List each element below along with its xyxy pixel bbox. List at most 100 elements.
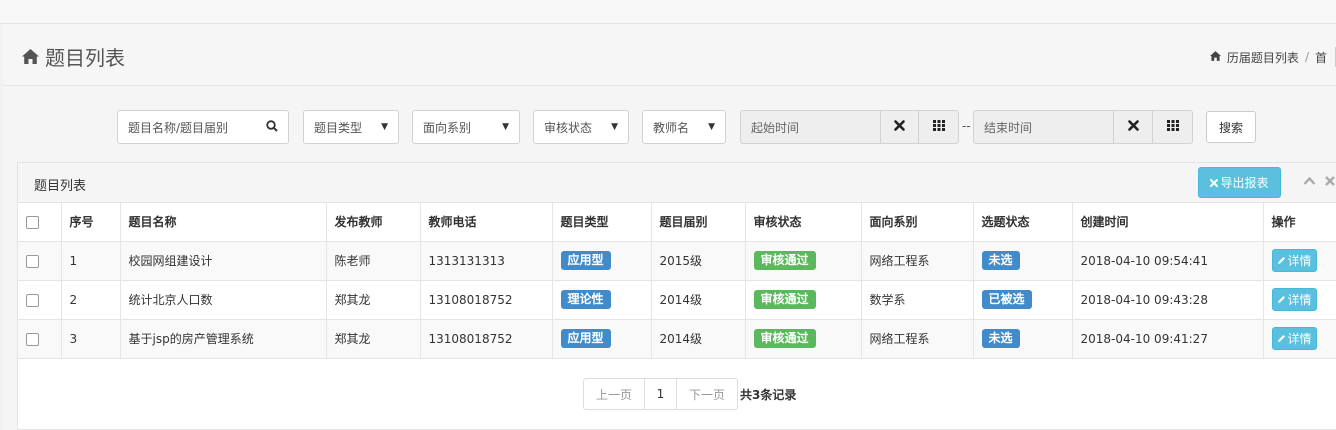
end-time-placeholder: 结束时间 <box>984 120 1033 135</box>
column-header[interactable]: 题目名称 <box>120 203 327 242</box>
page-title: 题目列表 <box>22 42 125 71</box>
total-records: 共3条记录 <box>740 387 797 402</box>
export-report-label: 导出报表 <box>1220 176 1269 190</box>
cell-created: 2018-04-10 09:41:27 <box>1072 319 1264 359</box>
caret-down-icon: ▼ <box>381 122 388 132</box>
department-select[interactable]: 面向系别 ▼ <box>412 110 520 144</box>
column-header[interactable]: 题目届别 <box>651 203 746 242</box>
select-status-badge: 已被选 <box>981 290 1032 309</box>
page-1-button[interactable]: 1 <box>644 378 677 410</box>
cell-action: 详情 <box>1263 319 1336 359</box>
grid-icon <box>1166 120 1179 134</box>
column-header[interactable]: 操作 <box>1263 203 1336 242</box>
detail-button[interactable]: 详情 <box>1271 249 1317 272</box>
breadcrumb-separator: / <box>1304 50 1309 64</box>
cell-name: 统计北京人口数 <box>120 280 327 320</box>
cell-review: 审核通过 <box>745 241 862 281</box>
breadcrumb-current[interactable]: 历届题目列表 <box>1227 49 1299 66</box>
detail-button[interactable]: 详情 <box>1271 288 1317 311</box>
select-all-cell <box>18 203 62 242</box>
select-status-badge: 未选 <box>981 329 1020 348</box>
row-select-cell <box>18 241 62 281</box>
cell-select-status: 未选 <box>973 319 1073 359</box>
column-header[interactable]: 教师电话 <box>420 203 553 242</box>
column-header[interactable]: 面向系别 <box>861 203 974 242</box>
review-status-badge: 审核通过 <box>753 329 816 348</box>
type-select-value: 题目类型 <box>314 120 363 135</box>
cell-year: 2015级 <box>651 241 746 281</box>
cell-select-status: 未选 <box>973 241 1073 281</box>
start-time-placeholder: 起始时间 <box>751 120 800 135</box>
panel-title: 题目列表 <box>34 179 87 194</box>
column-header[interactable]: 题目类型 <box>552 203 652 242</box>
close-icon[interactable] <box>1325 175 1335 189</box>
export-report-button[interactable]: 导出报表 <box>1198 167 1281 198</box>
pencil-icon <box>1277 332 1286 346</box>
status-select[interactable]: 审核状态 ▼ <box>533 110 629 144</box>
cell-created: 2018-04-10 09:54:41 <box>1072 241 1264 281</box>
detail-button[interactable]: 详情 <box>1271 327 1317 350</box>
select-status-badge: 未选 <box>981 251 1020 270</box>
top-bar <box>0 0 1336 24</box>
cell-no: 3 <box>61 319 121 359</box>
table-header-row: 序号 题目名称 发布教师 教师电话 题目类型 题目届别 审核状态 面向系别 选题… <box>18 203 1336 242</box>
page-header: 题目列表 历届题目列表 / 首 <box>3 24 1336 86</box>
prev-page-button[interactable]: 上一页 <box>583 378 645 410</box>
review-status-badge: 审核通过 <box>753 251 816 270</box>
cell-action: 详情 <box>1263 241 1336 281</box>
column-header[interactable]: 审核状态 <box>745 203 862 242</box>
page: 题目列表 历届题目列表 / 首 题目名称/题目届别 题目类型 ▼ 面向系别 ▼ <box>3 24 1336 430</box>
pencil-icon <box>1277 293 1286 307</box>
filter-bar: 题目名称/题目届别 题目类型 ▼ 面向系别 ▼ 审核状态 ▼ 教师名 ▼ 起始时… <box>3 110 1336 144</box>
table-row: 3 基于jsp的房产管理系统 郑其龙 13108018752 应用型 2014级… <box>18 319 1336 359</box>
type-select[interactable]: 题目类型 ▼ <box>303 110 399 144</box>
breadcrumb-next[interactable]: 首 <box>1315 49 1327 66</box>
search-icon[interactable] <box>266 119 278 135</box>
column-header[interactable]: 发布教师 <box>326 203 421 242</box>
type-badge: 应用型 <box>560 329 611 348</box>
cell-no: 1 <box>61 241 121 281</box>
search-button[interactable]: 搜索 <box>1206 111 1256 143</box>
next-page-button[interactable]: 下一页 <box>676 378 738 410</box>
end-time-picker-button[interactable] <box>1152 110 1193 144</box>
cell-type: 应用型 <box>552 319 652 359</box>
teacher-select-value: 教师名 <box>653 120 690 135</box>
cell-created: 2018-04-10 09:43:28 <box>1072 280 1264 320</box>
start-time-clear-button[interactable] <box>880 110 919 144</box>
cell-review: 审核通过 <box>745 280 862 320</box>
cell-year: 2014级 <box>651 319 746 359</box>
chevron-up-icon[interactable] <box>1303 175 1316 189</box>
status-select-value: 审核状态 <box>544 120 593 135</box>
page-title-text: 题目列表 <box>45 46 125 70</box>
cell-name: 基于jsp的房产管理系统 <box>120 319 327 359</box>
question-table: 序号 题目名称 发布教师 教师电话 题目类型 题目届别 审核状态 面向系别 选题… <box>18 203 1336 359</box>
cell-action: 详情 <box>1263 280 1336 320</box>
column-header[interactable]: 序号 <box>61 203 121 242</box>
end-time-clear-button[interactable] <box>1113 110 1153 144</box>
start-time-input[interactable]: 起始时间 <box>740 110 881 144</box>
cell-phone: 1313131313 <box>420 241 553 281</box>
type-badge: 应用型 <box>560 251 611 270</box>
breadcrumb: 历届题目列表 / 首 <box>1209 47 1336 67</box>
row-checkbox[interactable] <box>26 332 39 346</box>
cell-no: 2 <box>61 280 121 320</box>
caret-down-icon: ▼ <box>708 122 715 132</box>
cell-department: 数学系 <box>861 280 974 320</box>
caret-down-icon: ▼ <box>611 122 618 132</box>
select-all-checkbox[interactable] <box>26 215 39 229</box>
teacher-select[interactable]: 教师名 ▼ <box>642 110 726 144</box>
cell-review: 审核通过 <box>745 319 862 359</box>
end-time-input[interactable]: 结束时间 <box>973 110 1114 144</box>
row-checkbox[interactable] <box>26 254 39 268</box>
home-icon[interactable] <box>1209 50 1221 64</box>
table-row: 1 校园网组建设计 陈老师 1313131313 应用型 2015级 审核通过 … <box>18 241 1336 281</box>
column-header[interactable]: 创建时间 <box>1072 203 1264 242</box>
close-icon <box>1210 176 1219 190</box>
column-header[interactable]: 选题状态 <box>973 203 1073 242</box>
row-checkbox[interactable] <box>26 293 39 307</box>
keyword-input[interactable]: 题目名称/题目届别 <box>117 110 289 144</box>
close-icon <box>894 120 905 134</box>
cell-phone: 13108018752 <box>420 280 553 320</box>
start-time-picker-button[interactable] <box>918 110 959 144</box>
date-range-separator: -- <box>962 119 971 133</box>
